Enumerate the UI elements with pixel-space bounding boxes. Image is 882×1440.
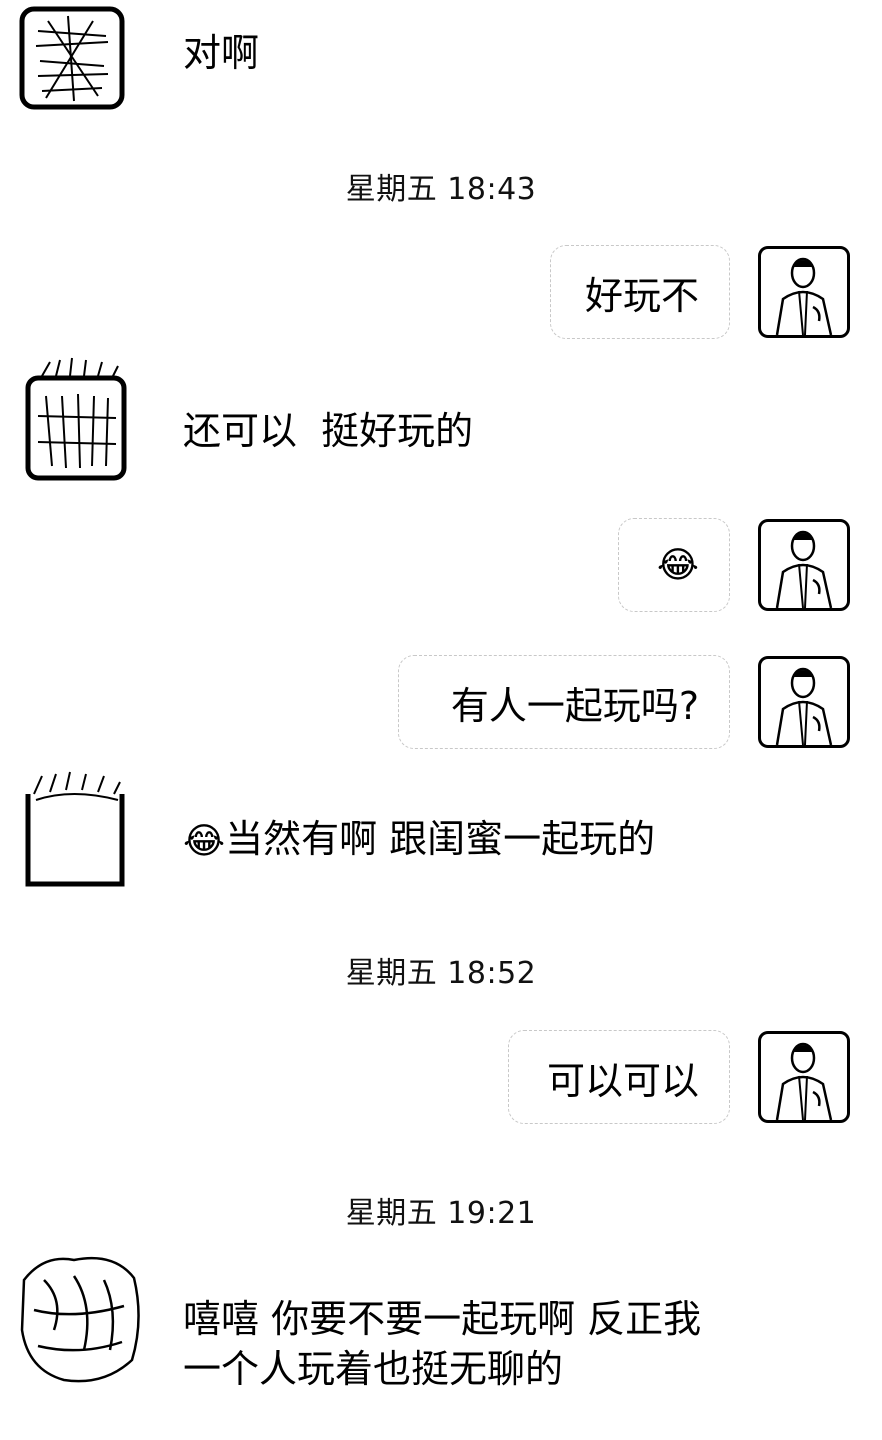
contact-avatar[interactable] xyxy=(22,770,130,890)
sketch-avatar-icon xyxy=(20,1256,140,1383)
message-text: 可以可以 xyxy=(546,1058,699,1103)
message-bubble[interactable]: 有人一起玩吗? xyxy=(398,655,730,749)
user-avatar[interactable] xyxy=(758,1031,850,1123)
timestamp: 星期五 18:52 xyxy=(345,956,537,991)
man-portrait-icon xyxy=(775,667,833,745)
sketch-avatar-icon xyxy=(25,771,125,887)
message-text: 好玩不 xyxy=(584,273,699,318)
contact-avatar[interactable] xyxy=(22,356,130,482)
message-bubble[interactable]: 好玩不 xyxy=(550,245,730,339)
laughing-tears-icon: 😂 xyxy=(656,544,699,586)
user-avatar[interactable] xyxy=(758,519,850,611)
timestamp: 星期五 18:43 xyxy=(345,172,537,207)
laughing-tears-icon: 😂 xyxy=(183,820,226,862)
message-text: 一个人玩着也挺无聊的 xyxy=(183,1347,564,1391)
man-portrait-icon xyxy=(775,1042,833,1120)
message-bubble[interactable]: 可以可以 xyxy=(508,1030,730,1124)
message-text: 还可以 挺好玩的 xyxy=(183,409,474,453)
message-text: 对啊 xyxy=(183,31,260,75)
message-text: 有人一起玩吗? xyxy=(450,683,699,728)
timestamp: 星期五 19:21 xyxy=(345,1196,537,1231)
man-portrait-icon xyxy=(775,530,833,608)
sketch-avatar-icon xyxy=(19,6,125,110)
sketch-avatar-icon xyxy=(25,357,127,481)
contact-avatar[interactable] xyxy=(14,1250,146,1390)
user-avatar[interactable] xyxy=(758,246,850,338)
user-avatar[interactable] xyxy=(758,656,850,748)
message-bubble[interactable]: 😂 xyxy=(618,518,730,612)
man-portrait-icon xyxy=(775,257,833,335)
contact-avatar[interactable] xyxy=(18,6,126,112)
message-text: 😂当然有啊 跟闺蜜一起玩的 xyxy=(183,810,655,871)
